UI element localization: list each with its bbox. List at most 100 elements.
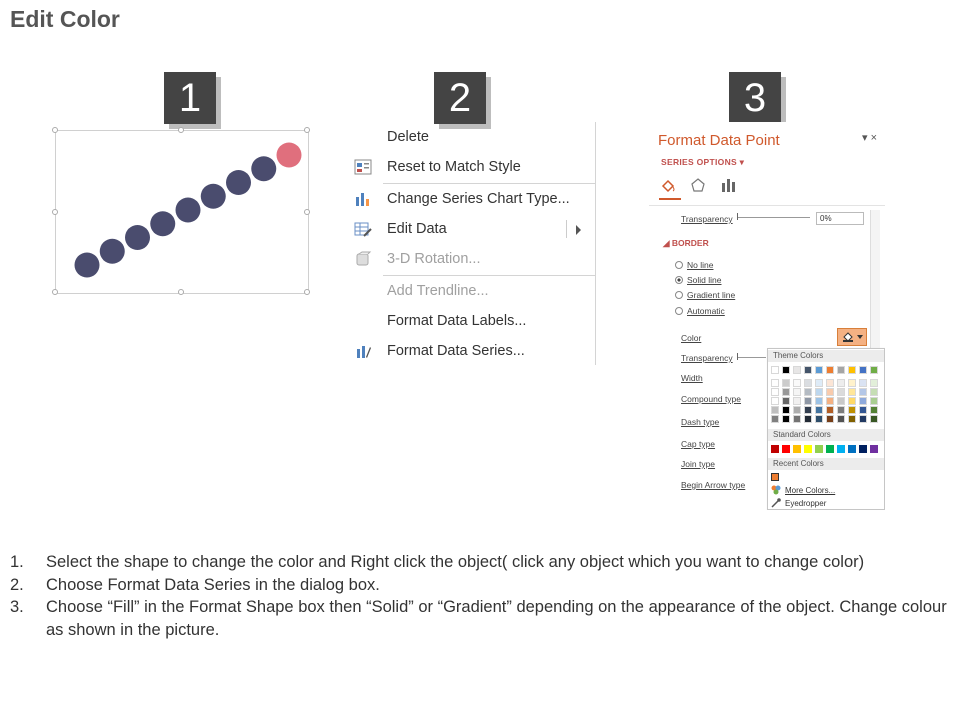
color-swatch[interactable] <box>870 397 878 405</box>
color-swatch[interactable] <box>815 415 823 423</box>
color-swatch[interactable] <box>826 445 834 453</box>
radio-button[interactable] <box>675 291 683 299</box>
menu-item-edit-data[interactable]: Edit Data <box>345 214 595 244</box>
color-swatch[interactable] <box>837 406 845 414</box>
color-swatch[interactable] <box>793 379 801 387</box>
color-swatch[interactable] <box>815 366 823 374</box>
resize-handle[interactable] <box>52 127 58 133</box>
radio-solid-line[interactable]: Solid line <box>675 275 722 285</box>
chart-dot[interactable] <box>150 211 176 237</box>
eyedropper-item[interactable]: Eyedropper <box>771 498 826 508</box>
color-swatch[interactable] <box>782 415 790 423</box>
color-swatch[interactable] <box>859 366 867 374</box>
color-swatch[interactable] <box>848 415 856 423</box>
color-swatch[interactable] <box>793 415 801 423</box>
line-transparency-slider[interactable] <box>738 357 766 358</box>
color-swatch[interactable] <box>826 388 834 396</box>
color-swatch[interactable] <box>870 415 878 423</box>
color-swatch[interactable] <box>782 366 790 374</box>
resize-handle[interactable] <box>52 209 58 215</box>
chart-dot[interactable] <box>200 183 226 209</box>
color-swatch[interactable] <box>848 379 856 387</box>
color-swatch[interactable] <box>848 366 856 374</box>
color-swatch[interactable] <box>859 388 867 396</box>
color-swatch[interactable] <box>782 406 790 414</box>
transparency-input[interactable]: 0% <box>816 212 864 225</box>
color-swatch[interactable] <box>771 397 779 405</box>
color-swatch[interactable] <box>826 366 834 374</box>
color-swatch[interactable] <box>859 379 867 387</box>
menu-item-format-data-labels[interactable]: Format Data Labels... <box>345 306 595 336</box>
radio-no-line[interactable]: No line <box>675 260 713 270</box>
color-swatch[interactable] <box>870 379 878 387</box>
color-swatch[interactable] <box>837 366 845 374</box>
highlighted-dot[interactable] <box>276 142 302 168</box>
color-swatch[interactable] <box>826 415 834 423</box>
color-swatch[interactable] <box>793 445 801 453</box>
color-swatch[interactable] <box>848 445 856 453</box>
chart-dot[interactable] <box>74 252 100 278</box>
color-swatch[interactable] <box>804 379 812 387</box>
radio-gradient-line[interactable]: Gradient line <box>675 290 735 300</box>
resize-handle[interactable] <box>304 127 310 133</box>
color-swatch[interactable] <box>771 388 779 396</box>
color-swatch[interactable] <box>804 445 812 453</box>
color-swatch[interactable] <box>771 473 779 481</box>
resize-handle[interactable] <box>178 289 184 295</box>
color-swatch[interactable] <box>815 379 823 387</box>
transparency-slider[interactable] <box>738 217 810 218</box>
more-colors-item[interactable]: More Colors... <box>771 485 835 495</box>
color-swatch[interactable] <box>826 406 834 414</box>
color-swatch[interactable] <box>837 379 845 387</box>
menu-item-change-chart-type[interactable]: Change Series Chart Type... <box>345 184 595 214</box>
chart-dot[interactable] <box>99 238 125 264</box>
chart-dot[interactable] <box>175 197 201 223</box>
color-swatch[interactable] <box>826 379 834 387</box>
radio-automatic[interactable]: Automatic <box>675 306 725 316</box>
color-swatch[interactable] <box>848 388 856 396</box>
color-swatch[interactable] <box>837 415 845 423</box>
resize-handle[interactable] <box>304 209 310 215</box>
color-swatch[interactable] <box>837 397 845 405</box>
close-icon[interactable]: ▾ × <box>862 131 877 144</box>
radio-button[interactable] <box>675 307 683 315</box>
color-swatch[interactable] <box>870 366 878 374</box>
color-swatch[interactable] <box>837 388 845 396</box>
color-swatch[interactable] <box>804 397 812 405</box>
series-options-dropdown[interactable]: SERIES OPTIONS ▾ <box>661 157 744 168</box>
color-swatch[interactable] <box>771 415 779 423</box>
color-swatch[interactable] <box>804 406 812 414</box>
color-swatch[interactable] <box>804 388 812 396</box>
color-swatch[interactable] <box>815 406 823 414</box>
radio-button[interactable] <box>675 276 683 284</box>
fill-line-icon[interactable] <box>659 176 677 194</box>
chart-dot[interactable] <box>226 170 251 195</box>
menu-item-format-data-series[interactable]: Format Data Series... <box>345 336 595 366</box>
menu-item-delete[interactable]: Delete <box>345 122 595 152</box>
chart-dot[interactable] <box>125 225 150 250</box>
color-swatch[interactable] <box>782 379 790 387</box>
color-swatch[interactable] <box>859 445 867 453</box>
color-swatch[interactable] <box>782 397 790 405</box>
color-swatch[interactable] <box>815 388 823 396</box>
color-swatch[interactable] <box>815 397 823 405</box>
color-swatch[interactable] <box>804 366 812 374</box>
menu-item-add-trendline[interactable]: Add Trendline... <box>345 276 595 306</box>
bar-chart-icon[interactable] <box>719 176 737 194</box>
color-swatch[interactable] <box>848 406 856 414</box>
color-swatch[interactable] <box>859 406 867 414</box>
menu-item-reset-style[interactable]: Reset to Match Style <box>345 152 595 182</box>
border-section-header[interactable]: ◢ BORDER <box>663 238 709 249</box>
color-swatch[interactable] <box>782 388 790 396</box>
color-swatch[interactable] <box>793 406 801 414</box>
color-swatch[interactable] <box>804 415 812 423</box>
color-swatch[interactable] <box>793 388 801 396</box>
color-swatch[interactable] <box>793 366 801 374</box>
color-picker-button[interactable] <box>837 328 867 346</box>
chart-area[interactable] <box>52 127 310 295</box>
color-swatch[interactable] <box>771 379 779 387</box>
resize-handle[interactable] <box>304 289 310 295</box>
chart-dot[interactable] <box>251 156 277 182</box>
resize-handle[interactable] <box>178 127 184 133</box>
color-swatch[interactable] <box>771 406 779 414</box>
